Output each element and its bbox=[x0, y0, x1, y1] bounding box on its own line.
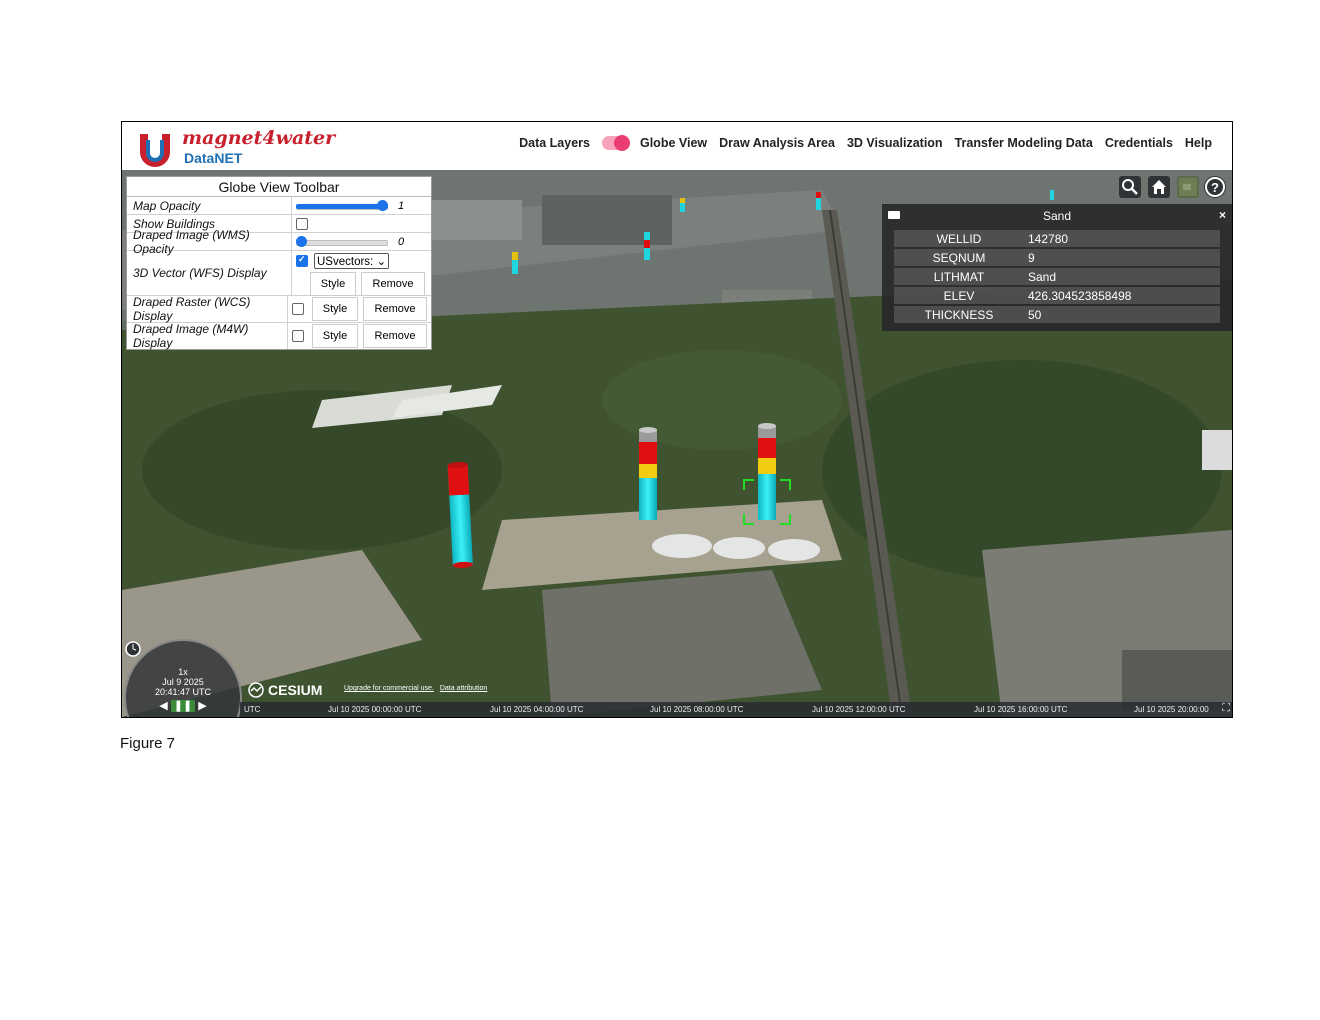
map-thumbnail-icon bbox=[1179, 178, 1197, 196]
search-icon bbox=[1122, 179, 1138, 195]
home-icon bbox=[1152, 180, 1166, 194]
nav-data-layers[interactable]: Data Layers bbox=[519, 136, 590, 150]
logo-subtitle: DataNET bbox=[184, 150, 243, 166]
timeline-label: Jul 10 2025 04:00:00 UTC bbox=[490, 705, 584, 714]
wms-opacity-value: 0 bbox=[398, 235, 405, 248]
nav-transfer-modeling-data[interactable]: Transfer Modeling Data bbox=[955, 136, 1093, 150]
cesium-credit[interactable]: CESIUM bbox=[248, 682, 322, 698]
info-key: LITHMAT bbox=[894, 268, 1024, 285]
info-value: Sand bbox=[1024, 268, 1220, 285]
m4w-remove-button[interactable]: Remove bbox=[363, 324, 427, 348]
data-attribution-link[interactable]: Data attribution bbox=[440, 685, 487, 692]
wfs-layer-select[interactable]: USvectors: ⌄ bbox=[314, 253, 390, 269]
info-value: 142780 bbox=[1024, 230, 1220, 247]
camera-icon[interactable] bbox=[888, 211, 900, 219]
logo-title: magnet4water bbox=[182, 127, 336, 149]
map-opacity-label: Map Opacity bbox=[127, 197, 292, 214]
info-value: 50 bbox=[1024, 306, 1220, 323]
attribution-bar: Upgrade for commercial use. Data attribu… bbox=[344, 685, 487, 692]
play-reverse-icon[interactable]: ◀ bbox=[159, 700, 167, 712]
nav-globe-view[interactable]: Globe View bbox=[640, 136, 707, 150]
help-icon: ? bbox=[1205, 177, 1225, 197]
m4w-display-checkbox[interactable] bbox=[292, 330, 304, 342]
nav-help[interactable]: Help bbox=[1185, 136, 1212, 150]
wcs-remove-button[interactable]: Remove bbox=[363, 297, 427, 321]
map-opacity-slider[interactable] bbox=[296, 199, 388, 212]
wfs-display-label: 3D Vector (WFS) Display bbox=[127, 251, 292, 295]
toolbar-title: Globe View Toolbar bbox=[127, 177, 431, 197]
wms-opacity-slider[interactable] bbox=[296, 235, 388, 248]
m4w-style-button[interactable]: Style bbox=[312, 324, 358, 348]
wfs-display-checkbox[interactable] bbox=[296, 254, 308, 267]
timeline-label: Jul 10 2025 20:00:00 bbox=[1134, 705, 1209, 714]
table-row: LITHMAT Sand bbox=[894, 268, 1220, 285]
wcs-display-checkbox[interactable] bbox=[292, 303, 304, 315]
table-row: SEQNUM 9 bbox=[894, 249, 1220, 266]
nav-3d-visualization[interactable]: 3D Visualization bbox=[847, 136, 943, 150]
clock-time: 20:41:47 UTC bbox=[154, 687, 212, 697]
fullscreen-icon[interactable]: ⛶ bbox=[1222, 702, 1230, 715]
info-key: THICKNESS bbox=[894, 306, 1024, 323]
pause-icon[interactable]: ❚❚ bbox=[170, 700, 196, 712]
info-key: SEQNUM bbox=[894, 249, 1024, 266]
info-key: ELEV bbox=[894, 287, 1024, 304]
table-row: WELLID 142780 bbox=[894, 230, 1220, 247]
m4w-display-label: Draped Image (M4W) Display bbox=[127, 322, 288, 350]
base-layer-picker[interactable] bbox=[1177, 176, 1199, 198]
home-button[interactable] bbox=[1148, 176, 1170, 198]
close-icon[interactable]: × bbox=[1219, 208, 1226, 222]
info-table: WELLID 142780 SEQNUM 9 LITHMAT Sand ELEV 426… bbox=[894, 228, 1220, 325]
globe-view-toggle[interactable] bbox=[601, 135, 630, 151]
wcs-display-label: Draped Raster (WCS) Display bbox=[127, 295, 288, 323]
cesium-logo-icon bbox=[248, 682, 264, 698]
speed-label: 1x bbox=[178, 667, 188, 677]
table-row: THICKNESS 50 bbox=[894, 306, 1220, 323]
feature-info-box: Sand × WELLID 142780 SEQNUM 9 LITHMAT Sand … bbox=[882, 204, 1232, 331]
figure-caption: Figure 7 bbox=[120, 735, 176, 752]
wfs-style-button[interactable]: Style bbox=[310, 272, 356, 296]
app-window: magnet4water DataNET Data Layers Globe V… bbox=[121, 121, 1233, 718]
magnet-logo-icon bbox=[140, 134, 170, 167]
nav-credentials[interactable]: Credentials bbox=[1105, 136, 1173, 150]
wfs-remove-button[interactable]: Remove bbox=[361, 272, 425, 296]
timeline-label: Jul 10 2025 00:00:00 UTC bbox=[328, 705, 422, 714]
wcs-style-button[interactable]: Style bbox=[312, 297, 358, 321]
timeline-label: UTC bbox=[244, 705, 261, 714]
timeline-bar[interactable]: UTC Jul 10 2025 00:00:00 UTC Jul 10 2025… bbox=[240, 702, 1232, 717]
globe-view-toolbar: Globe View Toolbar Map Opacity 1 Show Bu… bbox=[126, 176, 432, 350]
cesium-logo-text: CESIUM bbox=[268, 682, 323, 698]
info-value: 426.304523858498 bbox=[1024, 287, 1220, 304]
timeline-label: Jul 10 2025 12:00:00 UTC bbox=[812, 705, 906, 714]
show-buildings-checkbox[interactable] bbox=[296, 217, 308, 230]
table-row: ELEV 426.304523858498 bbox=[894, 287, 1220, 304]
timeline-label: Jul 10 2025 16:00:00 UTC bbox=[974, 705, 1068, 714]
svg-text:?: ? bbox=[1211, 180, 1219, 195]
nav-draw-analysis-area[interactable]: Draw Analysis Area bbox=[719, 136, 835, 150]
map-opacity-value: 1 bbox=[398, 199, 405, 212]
wms-opacity-label: Draped Image (WMS) Opacity bbox=[127, 228, 292, 256]
app-header: magnet4water DataNET Data Layers Globe V… bbox=[122, 122, 1232, 171]
main-nav: Data Layers Globe View Draw Analysis Are… bbox=[519, 135, 1212, 151]
search-button[interactable] bbox=[1119, 176, 1141, 198]
timeline-label: Jul 10 2025 08:00:00 UTC bbox=[650, 705, 744, 714]
info-key: WELLID bbox=[894, 230, 1024, 247]
clock-icon[interactable] bbox=[124, 640, 142, 658]
play-forward-icon[interactable]: ▶ bbox=[198, 700, 206, 712]
info-box-title: Sand bbox=[1042, 209, 1072, 223]
help-button[interactable]: ? bbox=[1204, 176, 1226, 198]
upgrade-link[interactable]: Upgrade for commercial use. bbox=[344, 685, 434, 692]
info-value: 9 bbox=[1024, 249, 1220, 266]
clock-date: Jul 9 2025 bbox=[162, 677, 204, 687]
